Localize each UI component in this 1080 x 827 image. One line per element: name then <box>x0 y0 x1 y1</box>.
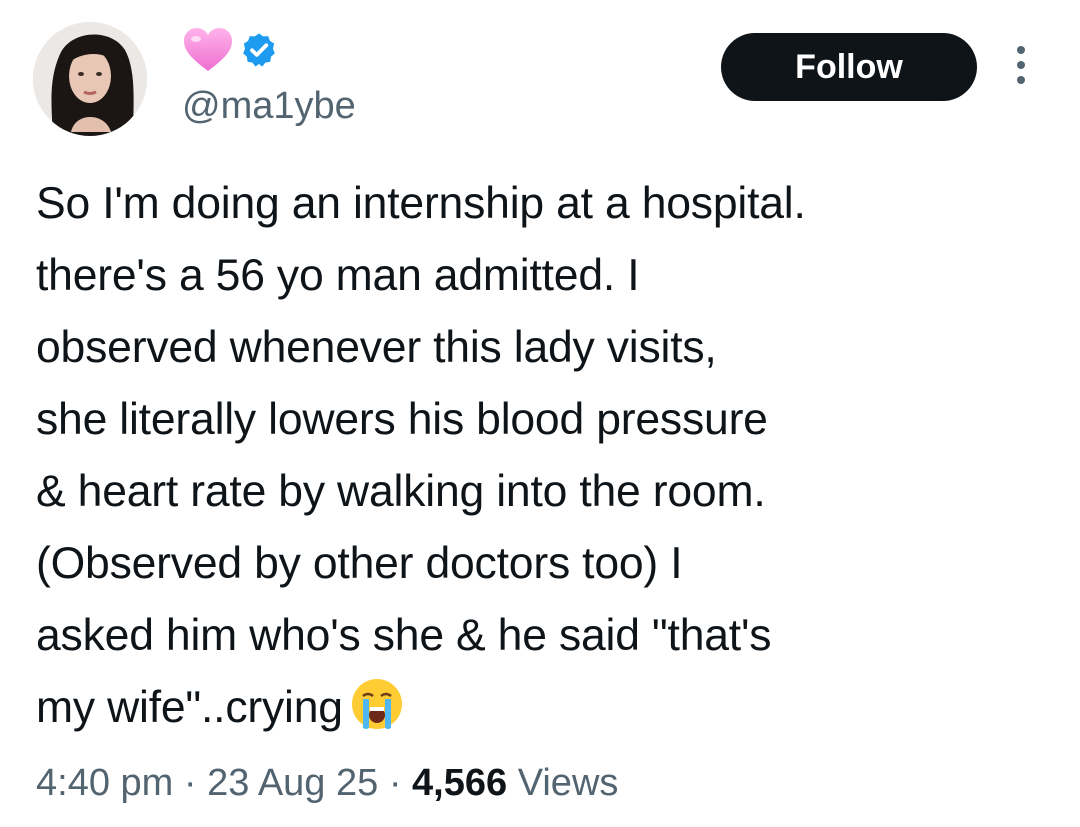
tweet-last-line: my wife"..crying <box>36 672 1066 744</box>
loudly-crying-face-icon <box>349 676 405 732</box>
tweet-text: So I'm doing an internship at a hospital… <box>36 168 1066 744</box>
more-vertical-icon[interactable] <box>1014 44 1028 86</box>
tweet-meta: 4:40 pm · 23 Aug 25 · 4,566 Views <box>36 758 618 808</box>
tweet-line: So I'm doing an internship at a hospital… <box>36 179 806 228</box>
verified-badge-icon[interactable] <box>240 31 278 74</box>
separator-dot: · <box>388 762 402 804</box>
separator-dot: · <box>183 762 197 804</box>
avatar[interactable] <box>33 22 147 136</box>
avatar-image <box>33 22 147 136</box>
author-handle[interactable]: @ma1ybe <box>182 83 356 129</box>
tweet-line: there's a 56 yo man admitted. I <box>36 251 640 300</box>
tweet-time[interactable]: 4:40 pm <box>36 762 173 804</box>
tweet-line: my wife"..crying <box>36 683 343 732</box>
tweet-line: she literally lowers his blood pressure <box>36 395 768 444</box>
tweet-line: observed whenever this lady visits, <box>36 323 717 372</box>
tweet-line: asked him who's she & he said "that's <box>36 611 772 660</box>
tweet-line: & heart rate by walking into the room. <box>36 467 766 516</box>
tweet-date[interactable]: 23 Aug 25 <box>207 762 378 804</box>
views-count: 4,566 <box>412 762 508 804</box>
views-label: Views <box>517 762 619 804</box>
tweet-line: (Observed by other doctors too) I <box>36 539 683 588</box>
pink-heart-icon <box>182 27 234 78</box>
author-badges <box>182 27 278 77</box>
follow-button[interactable]: Follow <box>721 33 977 101</box>
